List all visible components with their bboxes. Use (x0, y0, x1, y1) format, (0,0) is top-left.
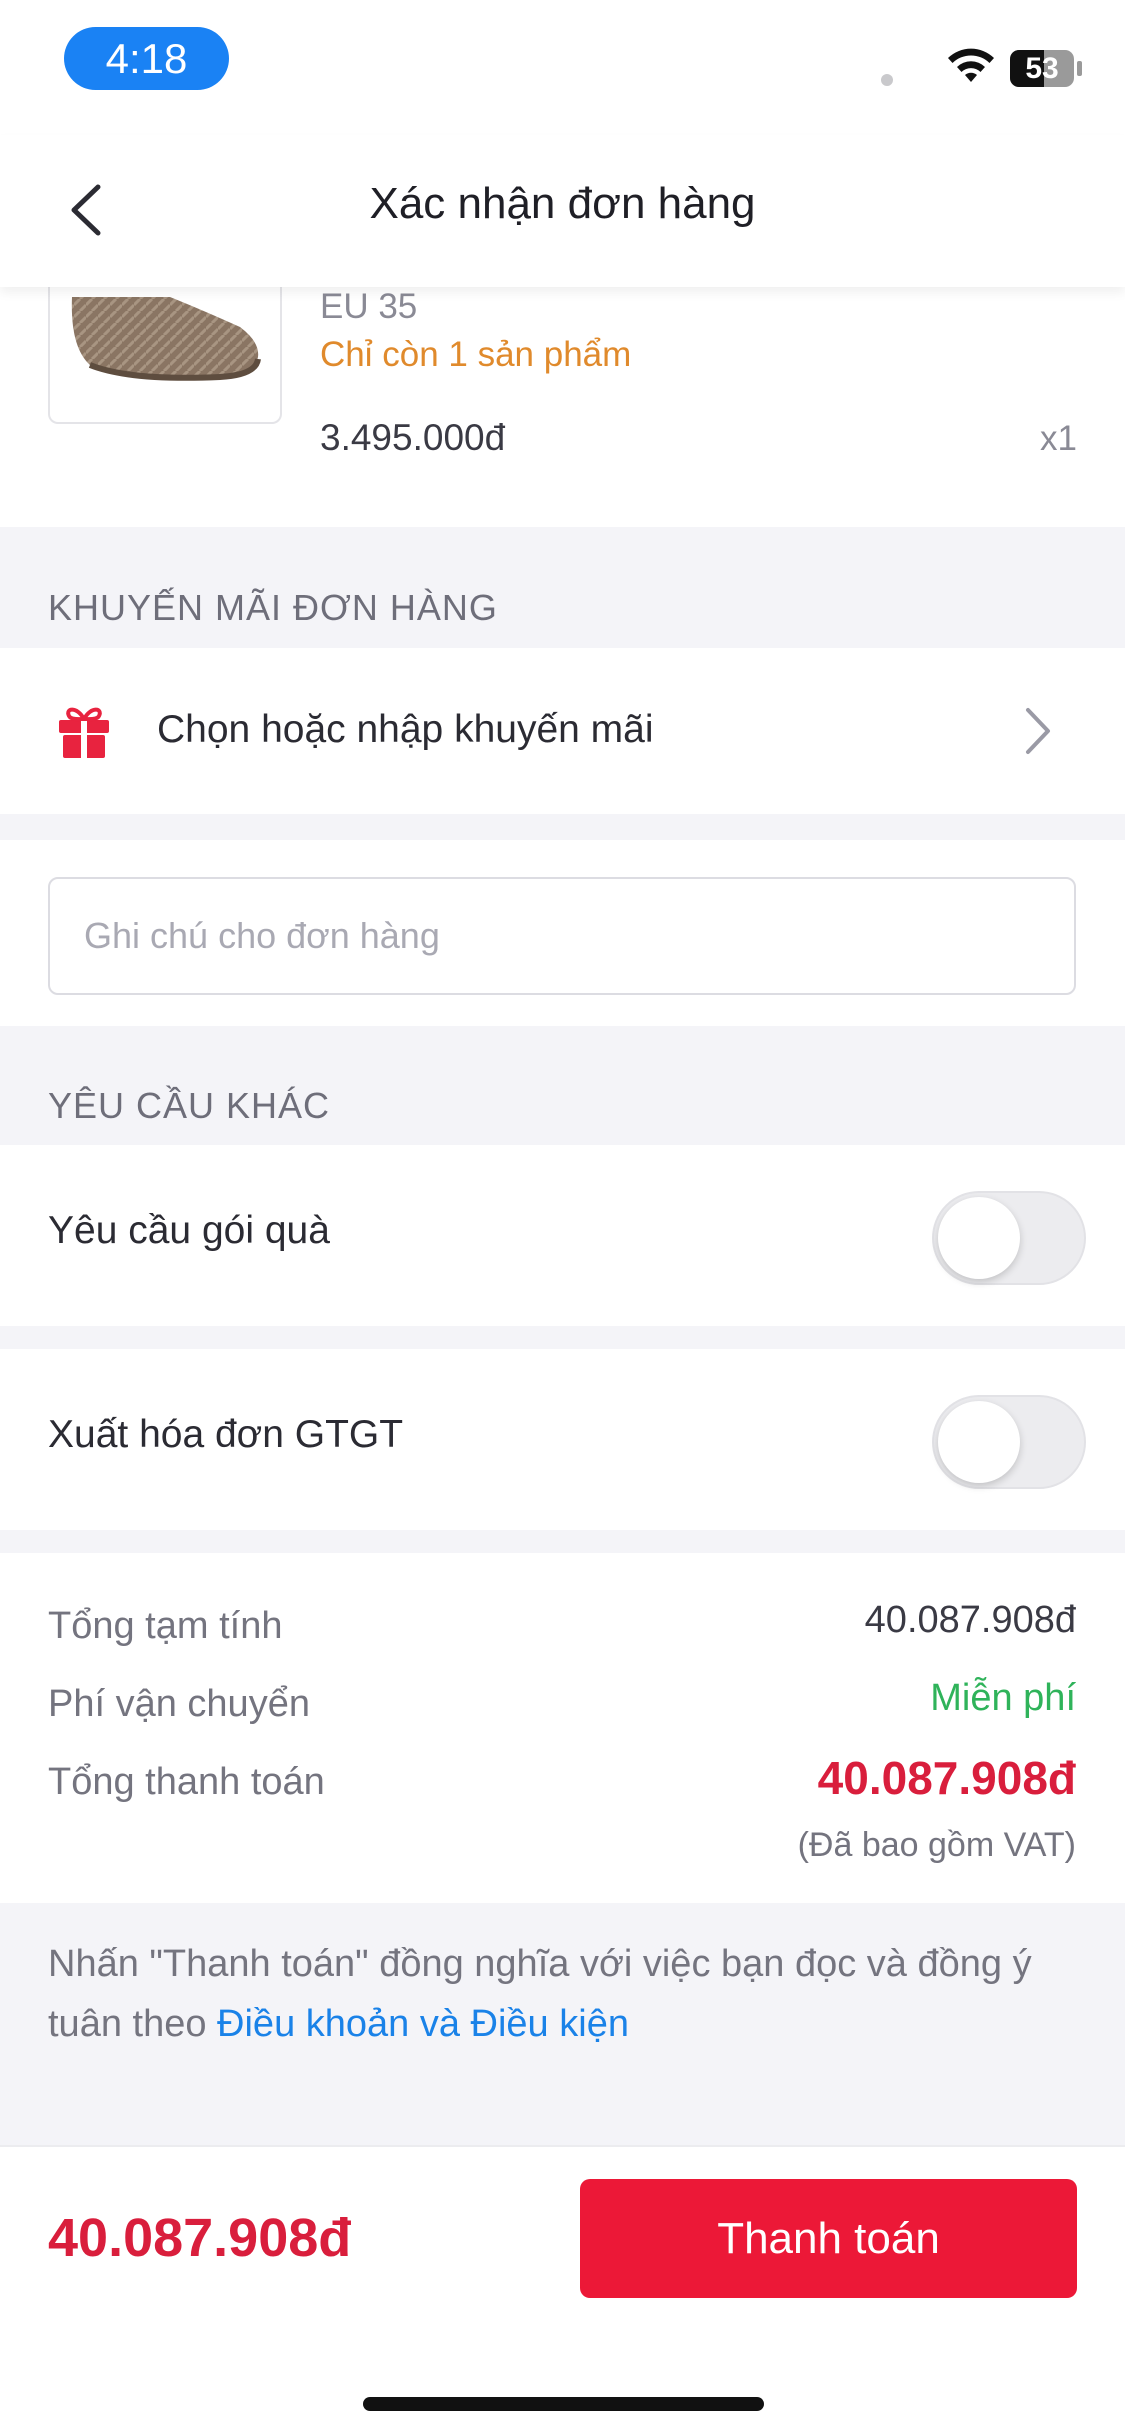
gift-wrap-row: Yêu cầu gói quà (0, 1145, 1125, 1326)
promotion-section-title: KHUYẾN MÃI ĐƠN HÀNG (48, 587, 498, 628)
product-quantity: x1 (1040, 419, 1077, 458)
home-indicator[interactable] (363, 2397, 764, 2411)
stock-warning: Chỉ còn 1 sản phẩm (320, 335, 632, 374)
shipping-label: Phí vận chuyển (48, 1683, 310, 1725)
terms-notice: Nhấn "Thanh toán" đồng nghĩa với việc bạ… (48, 1934, 1078, 2054)
product-size: EU 35 (320, 287, 418, 326)
nav-header: Xác nhận đơn hàng (0, 135, 1125, 287)
status-indicator-dot (881, 74, 893, 86)
other-requests-section-title: YÊU CẦU KHÁC (48, 1085, 331, 1126)
pay-button[interactable]: Thanh toán (580, 2179, 1077, 2298)
product-price: 3.495.000đ (320, 417, 506, 458)
total-value: 40.087.908đ (817, 1752, 1076, 1804)
checkout-total: 40.087.908đ (48, 2208, 352, 2268)
subtotal-value: 40.087.908đ (864, 1599, 1076, 1641)
shoe-image (71, 297, 261, 381)
total-label: Tổng thanh toán (48, 1761, 325, 1803)
product-item: EU 35 Chỉ còn 1 sản phẩm 3.495.000đ x1 (0, 287, 1125, 527)
order-summary: Tổng tạm tính 40.087.908đ Phí vận chuyển… (0, 1553, 1125, 1903)
gift-wrap-label: Yêu cầu gói quà (48, 1209, 330, 1252)
vat-invoice-label: Xuất hóa đơn GTGT (48, 1413, 404, 1456)
toggle-knob (938, 1197, 1020, 1279)
order-confirmation-screen: 4:18 53 Xác nhận đơn hàng EU 35 Chỉ còn … (0, 0, 1125, 2436)
subtotal-label: Tổng tạm tính (48, 1605, 283, 1647)
promotion-select-label: Chọn hoặc nhập khuyến mãi (157, 708, 654, 751)
terms-link[interactable]: Điều khoản và Điều kiện (217, 2003, 629, 2045)
vat-note: (Đã bao gồm VAT) (797, 1826, 1076, 1864)
battery-cap (1077, 61, 1082, 76)
vat-invoice-row: Xuất hóa đơn GTGT (0, 1349, 1125, 1530)
status-time: 4:18 (64, 27, 229, 90)
wifi-icon (948, 48, 994, 82)
order-note-input[interactable] (48, 877, 1076, 995)
page-title: Xác nhận đơn hàng (369, 179, 756, 228)
shipping-value: Miễn phí (930, 1677, 1076, 1719)
battery-level: 53 (1025, 52, 1059, 85)
checkout-bar: 40.087.908đ Thanh toán (0, 2145, 1125, 2436)
promotion-selector[interactable]: Chọn hoặc nhập khuyến mãi (0, 648, 1125, 814)
gift-icon (59, 707, 109, 758)
toggle-knob (938, 1401, 1020, 1483)
vat-invoice-toggle[interactable] (932, 1395, 1086, 1489)
status-bar: 4:18 53 (0, 0, 1125, 135)
chevron-right-icon (1026, 708, 1050, 754)
order-note-section (0, 840, 1125, 1026)
product-image[interactable] (48, 287, 282, 424)
battery-icon: 53 (1010, 50, 1074, 87)
gift-wrap-toggle[interactable] (932, 1191, 1086, 1285)
